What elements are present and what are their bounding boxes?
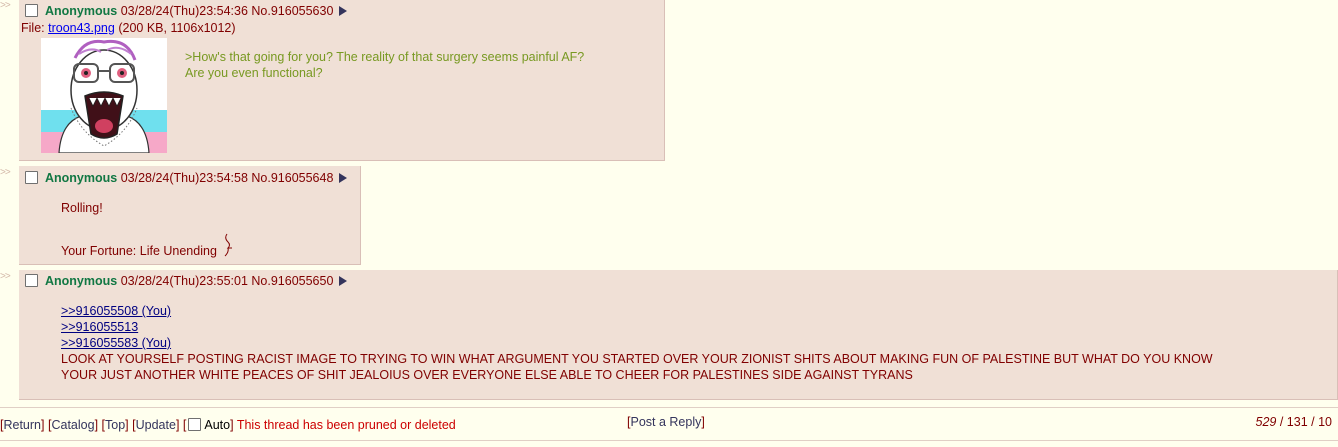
post-916055650: Anonymous 03/28/24(Thu)23:55:01 No.91605…	[19, 270, 1338, 400]
file-meta: (200 KB, 1106x1012)	[118, 21, 236, 35]
top-link[interactable]: Top	[105, 418, 125, 432]
image-count: 131	[1286, 415, 1308, 429]
divider	[0, 407, 1338, 408]
post-side-marker: >>	[0, 271, 11, 282]
message-line: LOOK AT YOURSELF POSTING RACIST IMAGE TO…	[61, 352, 1213, 366]
thread-stats: 529 / 131 / 10	[1255, 415, 1333, 429]
post-menu-arrow-icon[interactable]	[339, 173, 348, 183]
post-reply-link[interactable]: Post a Reply	[630, 415, 701, 429]
post-date: 03/28/24(Thu)23:54:58	[120, 171, 248, 185]
catalog-link[interactable]: Catalog	[51, 418, 94, 432]
post-info: Anonymous 03/28/24(Thu)23:55:01 No.91605…	[25, 273, 348, 289]
file-link[interactable]: troon43.png	[48, 21, 115, 35]
post-message: >>916055508 (You) >>916055513 >>91605558…	[61, 303, 1213, 383]
pruned-notice: This thread has been pruned or deleted	[236, 418, 456, 432]
quotelink[interactable]: >>916055513	[61, 320, 138, 334]
thread-bottom-nav: [Return] [Catalog] [Top] [Update] [Auto]…	[0, 407, 1338, 447]
quotelink[interactable]: >>916055583 (You)	[61, 336, 171, 350]
post-date: 03/28/24(Thu)23:55:01	[120, 274, 248, 288]
poster-name: Anonymous	[45, 171, 118, 185]
message-line: YOUR JUST ANOTHER WHITE PEACES OF SHIT J…	[61, 368, 913, 382]
fortune-text: Your Fortune: Life Unending	[61, 244, 217, 258]
message-line: Rolling!	[61, 201, 103, 215]
post-select-checkbox[interactable]	[25, 274, 38, 287]
file-info: File: troon43.png (200 KB, 1106x1012)	[21, 21, 236, 35]
post-menu-arrow-icon[interactable]	[339, 6, 348, 16]
post-reply: [Post a Reply]	[627, 415, 705, 429]
post-select-checkbox[interactable]	[25, 171, 38, 184]
fortune-line: Your Fortune: Life Unending	[61, 232, 236, 259]
poster-count: 10	[1318, 415, 1332, 429]
post-side-marker: >>	[0, 167, 11, 178]
update-link[interactable]: Update	[136, 418, 176, 432]
post-number[interactable]: No.916055648	[251, 171, 333, 185]
post-info: Anonymous 03/28/24(Thu)23:54:58 No.91605…	[25, 170, 348, 186]
poster-name: Anonymous	[45, 274, 118, 288]
return-link[interactable]: Return	[3, 418, 41, 432]
divider	[0, 440, 1338, 441]
reply-count: 529	[1255, 415, 1277, 429]
file-label: File:	[21, 21, 45, 35]
post-916055648: Anonymous 03/28/24(Thu)23:54:58 No.91605…	[19, 166, 361, 265]
auto-update-checkbox[interactable]	[188, 418, 202, 431]
post-916055630: Anonymous 03/28/24(Thu)23:54:36 No.91605…	[19, 0, 665, 161]
post-date: 03/28/24(Thu)23:54:36	[120, 4, 248, 18]
auto-label: Auto	[204, 418, 231, 432]
post-side-marker: >>	[0, 0, 11, 11]
fortune-squiggle-icon	[225, 233, 233, 257]
greentext-line: Are you even functional?	[185, 66, 323, 80]
post-number[interactable]: No.916055630	[251, 4, 333, 18]
post-info: Anonymous 03/28/24(Thu)23:54:36 No.91605…	[25, 3, 348, 19]
post-message: >How's that going for you? The reality o…	[185, 49, 584, 81]
nav-links: [Return] [Catalog] [Top] [Update] [Auto]…	[0, 418, 456, 432]
quotelink[interactable]: >>916055508 (You)	[61, 304, 171, 318]
post-thumbnail-image[interactable]	[41, 38, 167, 153]
poster-name: Anonymous	[45, 4, 118, 18]
post-number[interactable]: No.916055650	[251, 274, 333, 288]
post-menu-arrow-icon[interactable]	[339, 276, 348, 286]
greentext-line: >How's that going for you? The reality o…	[185, 50, 585, 64]
post-message: Rolling! Your Fortune: Life Unending	[61, 200, 236, 259]
post-select-checkbox[interactable]	[25, 4, 38, 17]
